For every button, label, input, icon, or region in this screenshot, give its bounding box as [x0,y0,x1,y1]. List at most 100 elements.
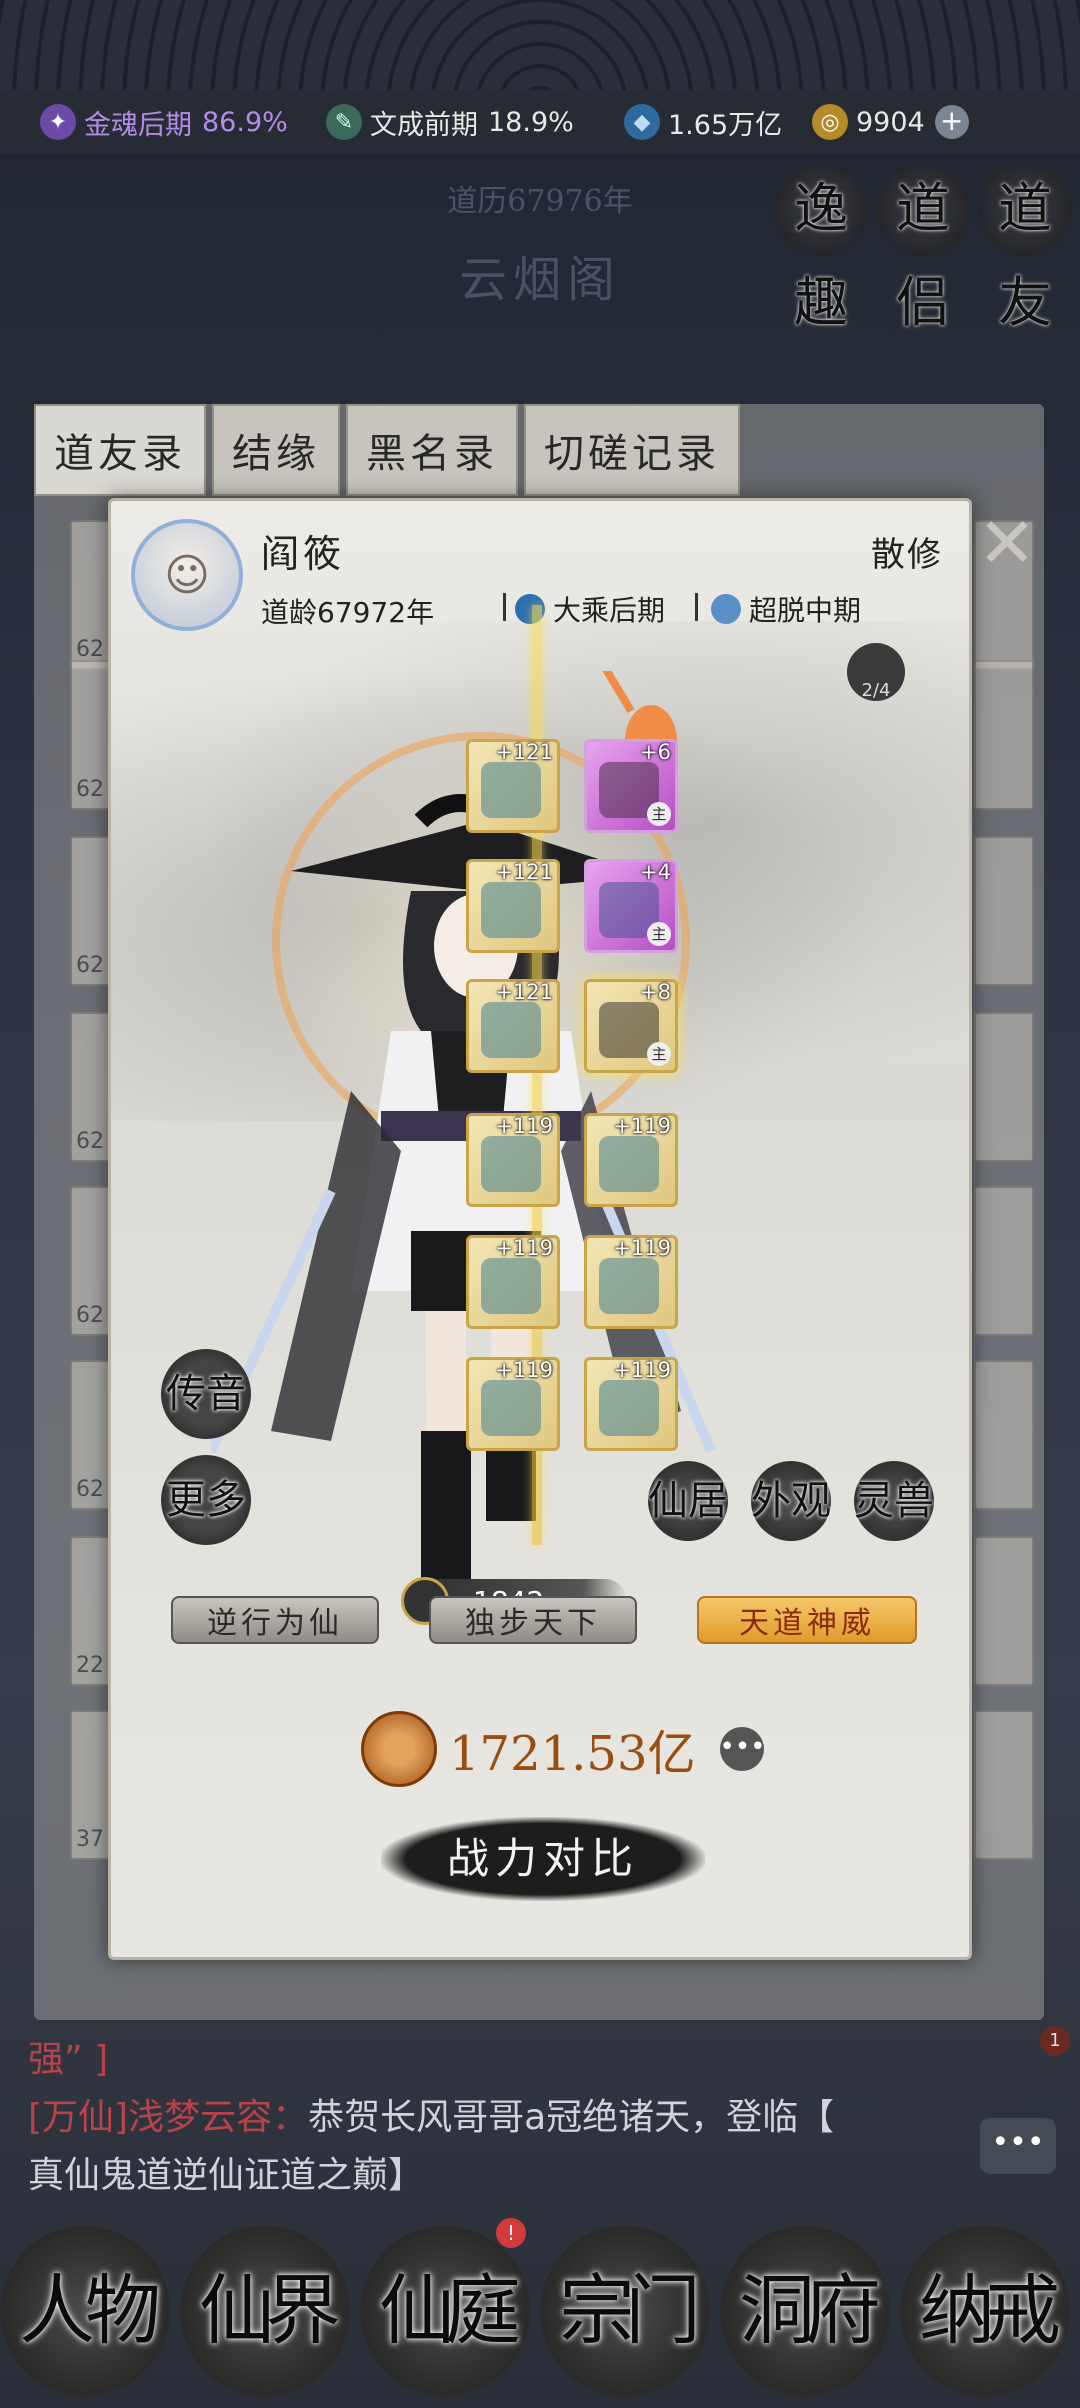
spirit-stone-stat[interactable]: ◆ 1.65万亿 [624,90,782,154]
nav-alert-badge: ! [496,2218,526,2248]
tab-duel-records[interactable]: 切磋记录 [524,404,740,496]
realm-secondary-label: 超脱中期 [749,594,862,627]
spirit-stone-value: 1.65万亿 [668,109,783,141]
friends-tabs: 道友录 结缘 黑名录 切磋记录 [34,404,740,496]
nav-cave-abode[interactable]: 洞府 [720,2226,890,2396]
equip-level: +4 [640,860,671,884]
equip-slot-talisman-5[interactable]: +119 [466,1357,560,1451]
jade-coin-icon: ◎ [812,104,848,140]
equipment-art [481,762,541,818]
nav-immortal-court[interactable]: 仙庭 [360,2226,530,2396]
chat-line-1: [万仙]浅梦云容：恭贺长风哥哥a冠绝诸天，登临【 [28,2088,834,2140]
equipment-art [481,1380,541,1436]
equip-level: +121 [495,740,553,764]
equip-level: +8 [640,980,671,1004]
realm-secondary: 超脱中期 [711,589,861,629]
resource-bar: ✦ 金魂后期 86.9% ✎ 文成前期 18.9% ◆ 1.65万亿 ◎ 990… [0,90,1080,154]
player-name: 阎筱 [261,532,346,576]
chat-line-2: 真仙鬼道逆仙证道之巅】 [28,2155,425,2196]
spirit-stone-icon: ◆ [624,104,660,140]
equip-slot-talisman-3[interactable]: +119 [466,1235,560,1329]
list-item-action[interactable] [974,1012,1034,1162]
list-item-number: 22 [76,1653,104,1678]
brush-icon: ✎ [326,104,362,140]
literary-label: 文成前期 [370,109,478,141]
message-button[interactable]: 传音 [161,1349,251,1439]
nav-immortal-realm[interactable]: 仙界 [180,2226,350,2396]
list-item-action[interactable] [974,1710,1034,1860]
notification-badge: 1 [1040,2026,1070,2056]
equipment-art [599,1258,659,1314]
main-tag: 主 [647,1042,671,1066]
power-compare-button[interactable]: 战力对比 [381,1817,705,1901]
equipment-art [481,882,541,938]
equip-level: +119 [495,1236,553,1260]
equipment-art [481,1002,541,1058]
tab-blacklist[interactable]: 黑名录 [346,404,518,496]
equip-slot-talisman-2[interactable]: +119 [584,1113,678,1207]
avatar[interactable]: ☺ [131,519,243,631]
equip-slot-armor[interactable]: +121 [466,859,560,953]
close-icon[interactable]: ✕ [970,506,1044,580]
treasure-slot-count: 2/4 [861,680,891,701]
equip-level: +119 [613,1358,671,1382]
list-item-number: 62 [76,637,104,662]
equip-slot-weapon[interactable]: +121 [466,739,560,833]
seal-button-leisure[interactable]: 逸趣 [774,162,868,334]
plus-icon[interactable]: + [934,105,969,139]
combat-power-value: 1721.53亿 [449,1726,696,1782]
player-profile-card: ☺ 阎筱 散修 道龄67972年 大乘后期 超脱中期 2/4 +121 +6 主… [108,498,972,1960]
equip-level: +119 [495,1358,553,1382]
equip-level: +6 [640,740,671,764]
literary-stat[interactable]: ✎ 文成前期 18.9% [326,90,574,154]
bottom-navigation: 人物 仙界 仙庭 宗门 洞府 纳戒 [0,2216,1080,2408]
list-item-action[interactable] [974,1186,1034,1336]
chat-bubble-icon[interactable]: ••• [980,2118,1056,2174]
appearance-button[interactable]: 外观 [751,1461,831,1541]
treasure-slot-badge[interactable]: 2/4 [847,643,905,701]
more-dots-icon[interactable]: ••• [719,1727,766,1771]
equip-level: +121 [495,860,553,884]
cultivation-icon: ✦ [40,104,76,140]
tab-friends-list[interactable]: 道友录 [34,404,206,496]
more-button[interactable]: 更多 [161,1455,251,1545]
list-item-action[interactable] [974,1360,1034,1510]
main-tag: 主 [647,922,671,946]
chat-message: 恭贺长风哥哥a冠绝诸天，登临【 [308,2097,835,2138]
realm-primary-label: 大乘后期 [553,594,666,627]
seal-button-partner[interactable]: 道侣 [876,162,970,334]
seal-button-friends[interactable]: 道友 [978,162,1072,334]
dwelling-button[interactable]: 仙居 [648,1461,728,1541]
equip-level: +119 [613,1114,671,1138]
spirit-beast-button[interactable]: 灵兽 [854,1461,934,1541]
divider [695,593,698,621]
title-badge-3[interactable]: 天道神威 [697,1596,917,1644]
equip-slot-artifact-1[interactable]: +6 主 [584,739,678,833]
list-item-action[interactable] [974,660,1034,810]
jade-stat[interactable]: ◎ 9904 + [812,90,969,154]
equipment-art [481,1258,541,1314]
tab-bonds[interactable]: 结缘 [212,404,340,496]
title-badge-1[interactable]: 逆行为仙 [171,1596,379,1644]
equip-slot-artifact-3[interactable]: +8 主 [584,979,678,1073]
equip-slot-talisman-4[interactable]: +119 [584,1235,678,1329]
nav-character[interactable]: 人物 [0,2226,170,2396]
equip-slot-artifact-2[interactable]: +4 主 [584,859,678,953]
equipment-art [481,1136,541,1192]
list-item-number: 62 [76,1129,104,1154]
nav-sect[interactable]: 宗门 [540,2226,710,2396]
equip-slot-accessory[interactable]: +121 [466,979,560,1073]
equip-slot-talisman-1[interactable]: +119 [466,1113,560,1207]
equip-slot-talisman-6[interactable]: +119 [584,1357,678,1451]
list-item-number: 62 [76,777,104,802]
nav-storage-ring[interactable]: 纳戒 [900,2226,1070,2396]
title-badge-2[interactable]: 独步天下 [429,1596,637,1644]
list-item-action[interactable] [974,1536,1034,1686]
jade-value: 9904 [856,106,925,138]
combat-power: 1721.53亿 ••• [361,1709,766,1789]
yin-yang-icon [361,1711,437,1787]
list-item-number: 62 [76,1477,104,1502]
list-item-action[interactable] [974,836,1034,986]
cultivation-stat[interactable]: ✦ 金魂后期 86.9% [40,90,288,154]
cultivation-label: 金魂后期 [84,109,192,141]
